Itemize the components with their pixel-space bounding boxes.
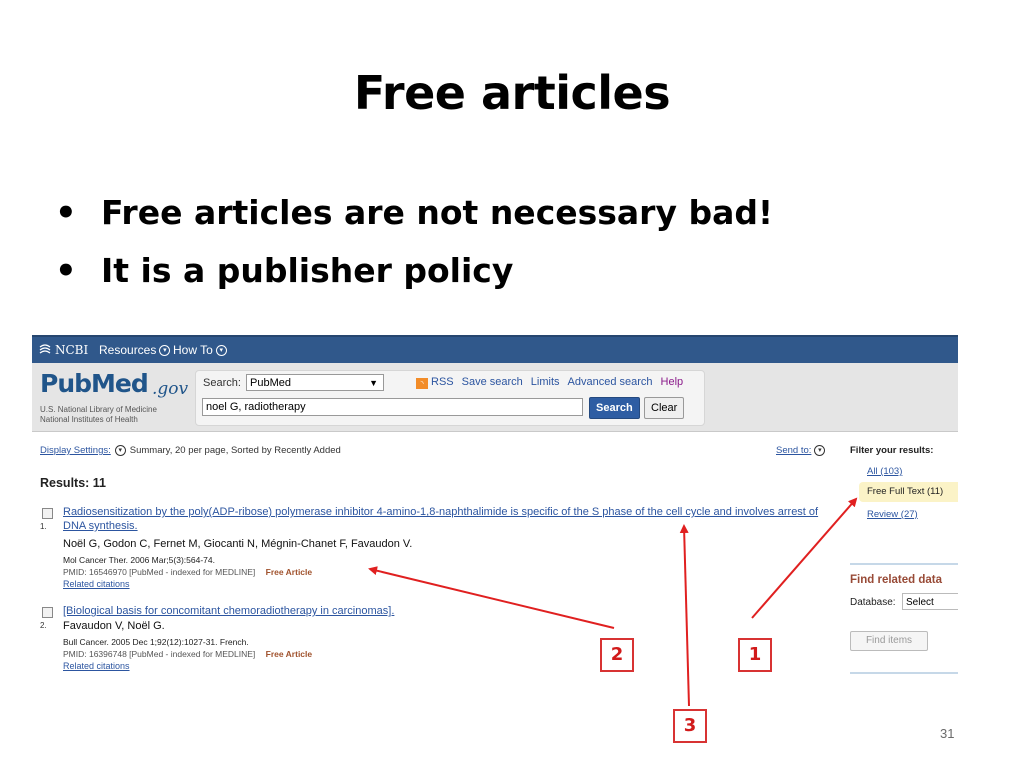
search-links: ◝ RSS Save search Limits Advanced search … [416,376,683,389]
slide-title: Free articles [353,66,671,120]
filter-title: Filter your results: [850,445,934,456]
sidebar: Filter your results: All (103) Free Full… [850,445,958,674]
callout-2: 2 [600,638,634,672]
ncbi-logo-icon [39,344,51,354]
free-article-badge[interactable]: Free Article [266,649,312,659]
bullet-list: Free articles are not necessary bad! It … [55,190,773,306]
display-settings-link[interactable]: Display Settings: [40,445,111,456]
result-number: 1. [40,522,47,531]
chevron-down-icon[interactable]: ▾ [814,445,826,456]
send-to: Send to: ▾ [776,445,826,456]
results-count: Results: 11 [40,476,107,490]
help-link[interactable]: Help [661,376,684,389]
chevron-down-icon[interactable]: ▾ [114,445,126,456]
database-select-sidebar[interactable]: Select [902,593,958,610]
ncbi-top-bar: NCBI Resources ▾ How To ▾ [32,335,958,363]
resources-menu[interactable]: Resources ▾ [99,343,171,357]
result-checkbox[interactable] [42,508,53,519]
advanced-search-link[interactable]: Advanced search [568,376,653,389]
rss-icon: ◝ [416,378,428,389]
callout-1: 1 [738,638,772,672]
result-authors: Noël G, Godon C, Fernet M, Giocanti N, M… [63,538,413,550]
result-pmid-line: PMID: 16396748 [PubMed - indexed for MED… [63,649,312,659]
ncbi-home-link[interactable]: NCBI [38,343,88,357]
database-value: PubMed [250,377,291,389]
nih-line: National Institutes of Health [40,415,138,424]
rss-link[interactable]: ◝ RSS [416,376,454,389]
related-citations-link[interactable]: Related citations [63,579,130,589]
result-authors: Favaudon V, Noël G. [63,620,165,632]
search-label: Search: [203,377,241,389]
result-pmid: PMID: 16396748 [PubMed - indexed for MED… [63,649,256,659]
sidebar-divider [850,563,958,565]
result-source: Bull Cancer. 2005 Dec 1;92(12):1027-31. … [63,637,249,647]
save-search-link[interactable]: Save search [462,376,523,389]
clear-button[interactable]: Clear [644,397,685,419]
free-article-badge[interactable]: Free Article [266,567,312,577]
page-number: 31 [940,726,955,741]
result-checkbox[interactable] [42,607,53,618]
pubmed-screenshot: NCBI Resources ▾ How To ▾ PubMed .gov U.… [32,335,958,690]
bullet-item: Free articles are not necessary bad! [55,190,773,248]
display-settings-value: Summary, 20 per page, Sorted by Recently… [129,445,341,456]
ncbi-brand: NCBI [55,343,89,357]
find-related-title: Find related data [850,574,943,586]
pubmed-logo-gov: .gov [152,379,189,399]
database-label: Database: [850,597,896,608]
find-items-button[interactable]: Find items [850,631,928,651]
search-panel: Search: PubMed ▼ ◝ RSS Save search Limits… [195,370,705,426]
result-pmid-line: PMID: 16546970 [PubMed - indexed for MED… [63,567,312,577]
callout-3: 3 [673,709,707,743]
filter-free-full-text[interactable]: Free Full Text (11) [859,482,958,502]
send-to-link[interactable]: Send to: [776,445,811,456]
result-number: 2. [40,621,47,630]
bullet-item: It is a publisher policy [55,248,773,306]
result-source: Mol Cancer Ther. 2006 Mar;5(3):564-74. [63,555,215,565]
sidebar-divider [850,672,958,674]
result-title-link[interactable]: [Biological basis for concomitant chemor… [63,604,833,618]
database-select[interactable]: PubMed ▼ [246,374,384,391]
related-citations-link[interactable]: Related citations [63,661,130,671]
search-button[interactable]: Search [589,397,640,419]
howto-menu[interactable]: How To ▾ [173,343,227,357]
pubmed-logo-word: PubMed [40,369,149,398]
display-settings: Display Settings: ▾ Summary, 20 per page… [40,445,341,456]
filter-all[interactable]: All (103) [867,466,902,477]
pubmed-logo[interactable]: PubMed .gov U.S. National Library of Med… [40,369,210,429]
resources-label: Resources [99,343,157,357]
chevron-down-icon: ▾ [215,344,227,356]
limits-link[interactable]: Limits [531,376,560,389]
search-input[interactable] [202,398,583,416]
nlm-line: U.S. National Library of Medicine [40,405,157,414]
chevron-down-icon: ▾ [159,344,171,356]
result-title-link[interactable]: Radiosensitization by the poly(ADP-ribos… [63,505,833,533]
filter-review[interactable]: Review (27) [867,509,918,520]
howto-label: How To [173,343,213,357]
dropdown-arrow-icon: ▼ [369,378,378,388]
result-pmid: PMID: 16546970 [PubMed - indexed for MED… [63,567,256,577]
